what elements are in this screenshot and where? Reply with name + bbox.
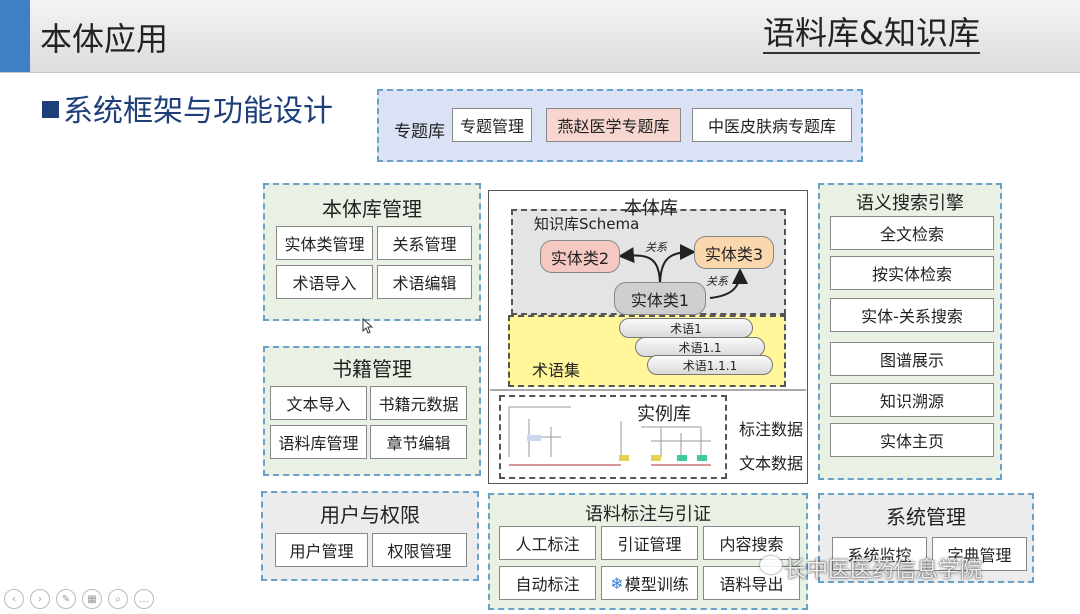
auto-annotation-button[interactable]: 自动标注 [499,566,596,600]
cursor-icon [362,318,374,334]
term-1-1-1-node: 术语1.1.1 [647,355,773,375]
user-permission-panel: 用户与权限 用户管理 权限管理 [261,491,479,581]
corpus-annotation-title: 语料标注与引证 [585,504,711,525]
relation-label-lower: 关系 [706,275,728,288]
book-metadata-button[interactable]: 书籍元数据 [370,386,467,420]
entity-search-button[interactable]: 按实体检索 [830,256,994,290]
term-1-node: 术语1 [619,318,753,338]
instance-library-area [499,395,727,479]
corpus-management-button[interactable]: 语料库管理 [270,425,367,459]
section-heading: 系统框架与功能设计 [42,86,333,130]
text-import-button[interactable]: 文本导入 [270,386,367,420]
citation-management-button[interactable]: 引证管理 [601,526,698,560]
next-slide-icon[interactable]: › [30,589,50,609]
topic-library-label: 专题库 [394,122,445,142]
title-bar: 本体应用 语料库&知识库 [0,0,1080,73]
knowledge-schema-label: 知识库Schema [534,215,640,233]
full-text-search-button[interactable]: 全文检索 [830,216,994,250]
semantic-search-title: 语义搜索引擎 [856,193,964,214]
text-data-label: 文本数据 [739,454,804,473]
relation-management-button[interactable]: 关系管理 [377,226,472,260]
model-training-label: 模型训练 [624,575,689,594]
zoom-icon[interactable]: ⌕ [108,589,128,609]
corpus-annotation-panel: 语料标注与引证 人工标注 引证管理 内容搜索 自动标注 ❄ 模型训练 语料导出 [488,493,808,610]
system-management-title: 系统管理 [886,505,966,529]
graph-display-button[interactable]: 图谱展示 [830,342,994,376]
snowflake-icon: ❄ [610,573,624,593]
topic-management-button[interactable]: 专题管理 [452,108,532,142]
term-set-label: 术语集 [532,361,581,380]
relation-label-top: 关系 [645,241,667,254]
previous-slide-icon[interactable]: ‹ [4,589,24,609]
tcm-dermatology-library-button[interactable]: 中医皮肤病专题库 [692,108,852,142]
presentation-controls: ‹ › ✎ ▦ ⌕ … [0,586,154,612]
instance-library-label: 实例库 [637,400,691,426]
term-import-button[interactable]: 术语导入 [276,265,373,299]
user-management-button[interactable]: 用户管理 [275,533,368,567]
permission-management-button[interactable]: 权限管理 [372,533,467,567]
book-management-panel: 书籍管理 文本导入 书籍元数据 语料库管理 章节编辑 [263,346,481,476]
manual-annotation-button[interactable]: 人工标注 [499,526,596,560]
entity-class-management-button[interactable]: 实体类管理 [276,226,373,260]
more-options-icon[interactable]: … [134,589,154,609]
section-heading-text: 系统框架与功能设计 [63,94,333,129]
book-management-title: 书籍管理 [332,357,412,381]
term-1-1-node: 术语1.1 [635,337,765,357]
wechat-icon [760,556,782,574]
knowledge-trace-button[interactable]: 知识溯源 [830,383,994,417]
semantic-search-panel: 语义搜索引擎 全文检索 按实体检索 实体-关系搜索 图谱展示 知识溯源 实体主页 [818,183,1002,480]
square-bullet-icon [42,101,59,118]
topic-library-panel: 专题库 专题管理 燕赵医学专题库 中医皮肤病专题库 [377,89,863,162]
pen-icon[interactable]: ✎ [56,589,76,609]
ontology-management-title: 本体库管理 [322,197,422,221]
model-training-button[interactable]: ❄ 模型训练 [601,566,698,600]
title-accent-bar [0,0,30,72]
slides-grid-icon[interactable]: ▦ [82,589,102,609]
user-permission-title: 用户与权限 [320,503,420,527]
annotation-tree-thumbnail [508,406,711,466]
ontology-management-panel: 本体库管理 实体类管理 关系管理 术语导入 术语编辑 [263,183,481,321]
watermark-text: 长中医医药信息学院 [784,558,983,583]
entity-homepage-button[interactable]: 实体主页 [830,423,994,457]
annotation-data-label: 标注数据 [739,420,804,439]
entity-class-1-node: 实体类1 [614,282,706,315]
page-subtitle: 语料库&知识库 [763,14,980,54]
entity-class-3-node: 实体类3 [694,236,774,269]
entity-relation-search-button[interactable]: 实体-关系搜索 [830,298,994,332]
chapter-edit-button[interactable]: 章节编辑 [370,425,467,459]
yanzhao-medicine-library-button[interactable]: 燕赵医学专题库 [546,108,681,142]
page-title: 本体应用 [40,20,169,58]
term-edit-button[interactable]: 术语编辑 [377,265,472,299]
entity-class-2-node: 实体类2 [540,240,620,273]
